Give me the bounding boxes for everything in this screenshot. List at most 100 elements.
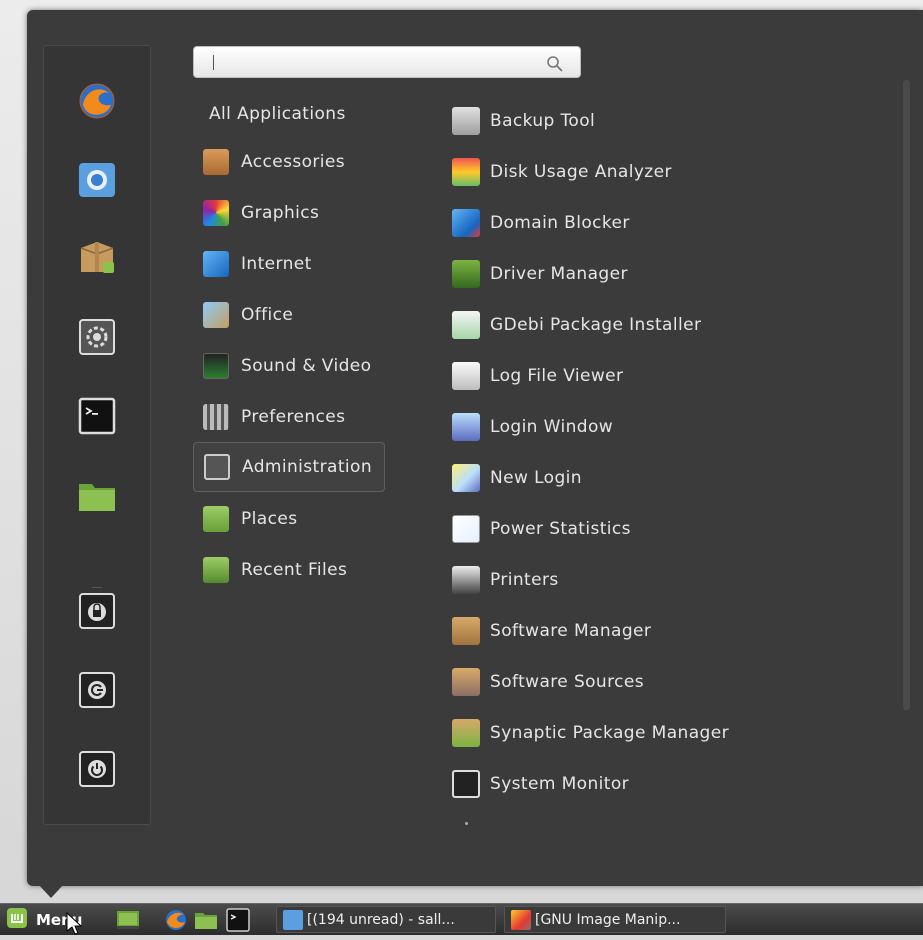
category-accessories[interactable]: Accessories [193,139,383,185]
app-software-manager[interactable]: Software Manager [447,611,867,651]
app-label: Backup Tool [490,111,596,131]
show-desktop-icon[interactable] [116,908,140,932]
administration-icon [204,454,230,480]
mouse-cursor-icon [66,911,83,940]
calculator-icon [203,149,229,175]
category-label: Office [241,305,294,325]
category-graphics[interactable]: Graphics [193,190,383,236]
category-label: Administration [242,457,372,477]
log-viewer-icon [452,362,480,390]
text-caret [213,55,214,70]
printer-icon [452,566,480,594]
favorites-separator [92,587,102,588]
category-all-applications[interactable]: All Applications [209,104,346,124]
app-label: Software Sources [490,672,644,692]
app-label: Synaptic Package Manager [490,723,729,743]
category-administration[interactable]: Administration [193,442,385,492]
app-login-window[interactable]: Login Window [447,407,867,447]
window-title: [GNU Image Manip... [535,911,681,928]
files-icon[interactable] [194,908,218,932]
folder-icon [203,506,229,532]
category-office[interactable]: Office [193,292,383,338]
app-backup-tool[interactable]: Backup Tool [447,101,867,141]
firefox-icon[interactable] [77,81,117,121]
category-label: Accessories [241,152,346,172]
preferences-icon [203,404,229,430]
software-manager-icon [452,617,480,645]
domain-blocker-icon [452,209,480,237]
app-label: Login Window [490,417,614,437]
driver-icon [452,260,480,288]
lock-screen-icon[interactable] [77,591,117,631]
taskbar: Menu [(194 unread) - sall... [GNU Image … [0,903,923,935]
logout-icon[interactable] [77,670,117,710]
internet-icon [203,251,229,277]
terminal-icon[interactable] [77,396,117,436]
application-menu: All Applications Accessories Graphics In… [27,10,923,886]
app-label: New Login [490,468,582,488]
category-recent-files[interactable]: Recent Files [193,547,383,593]
package-installer-icon [452,311,480,339]
app-label: Power Statistics [490,519,631,539]
app-driver-manager[interactable]: Driver Manager [447,254,867,294]
category-label: Sound & Video [241,356,372,376]
disk-usage-icon [452,158,480,186]
category-places[interactable]: Places [193,496,383,542]
app-label: Log File Viewer [490,366,624,386]
app-label: Driver Manager [490,264,628,284]
search-icon[interactable] [546,55,564,73]
category-label: Places [241,509,298,529]
software-sources-icon [452,668,480,696]
files-icon[interactable] [77,476,117,516]
category-label: Graphics [241,203,320,223]
taskbar-window-chromium[interactable]: [(194 unread) - sall... [276,906,496,933]
backup-icon [452,107,480,135]
graphics-icon [203,200,229,226]
app-new-login[interactable]: New Login [447,458,867,498]
system-settings-icon[interactable] [77,317,117,357]
category-label: Internet [241,254,312,274]
app-power-statistics[interactable]: Power Statistics [447,509,867,549]
favorites-sidebar [43,45,151,825]
firefox-icon[interactable] [164,908,188,932]
app-domain-blocker[interactable]: Domain Blocker [447,203,867,243]
power-stats-icon [452,515,480,543]
chromium-icon [283,909,303,930]
category-sound-video[interactable]: Sound & Video [193,343,383,389]
app-label: Software Manager [490,621,652,641]
taskbar-window-gimp[interactable]: [GNU Image Manip... [504,906,726,933]
menu-pointer-arrow [38,884,64,898]
sound-video-icon [203,353,229,379]
window-title: [(194 unread) - sall... [307,911,455,928]
system-monitor-icon [452,770,480,798]
shutdown-icon[interactable] [77,749,117,789]
app-system-monitor[interactable]: System Monitor [447,764,867,804]
app-log-file-viewer[interactable]: Log File Viewer [447,356,867,396]
app-printers[interactable]: Printers [447,560,867,600]
search-box [193,46,581,78]
new-login-icon [452,464,480,492]
more-items-indicator [465,822,468,825]
search-input[interactable] [202,51,526,75]
app-synaptic-package-manager[interactable]: Synaptic Package Manager [447,713,867,753]
terminal-icon[interactable] [226,908,250,932]
app-label: Domain Blocker [490,213,630,233]
category-internet[interactable]: Internet [193,241,383,287]
app-software-sources[interactable]: Software Sources [447,662,867,702]
app-disk-usage-analyzer[interactable]: Disk Usage Analyzer [447,152,867,192]
app-label: Printers [490,570,559,590]
chromium-icon[interactable] [77,160,117,200]
mint-logo-icon [6,907,28,933]
app-gdebi-package-installer[interactable]: GDebi Package Installer [447,305,867,345]
category-label: Recent Files [241,560,348,580]
app-label: Disk Usage Analyzer [490,162,672,182]
recent-folder-icon [203,557,229,583]
app-list-scrollbar[interactable] [903,80,910,710]
synaptic-icon [452,719,480,747]
app-label: GDebi Package Installer [490,315,702,335]
app-label: System Monitor [490,774,630,794]
login-window-icon [452,413,480,441]
gimp-icon [511,909,531,930]
category-preferences[interactable]: Preferences [193,394,383,440]
software-manager-icon[interactable] [77,238,117,278]
